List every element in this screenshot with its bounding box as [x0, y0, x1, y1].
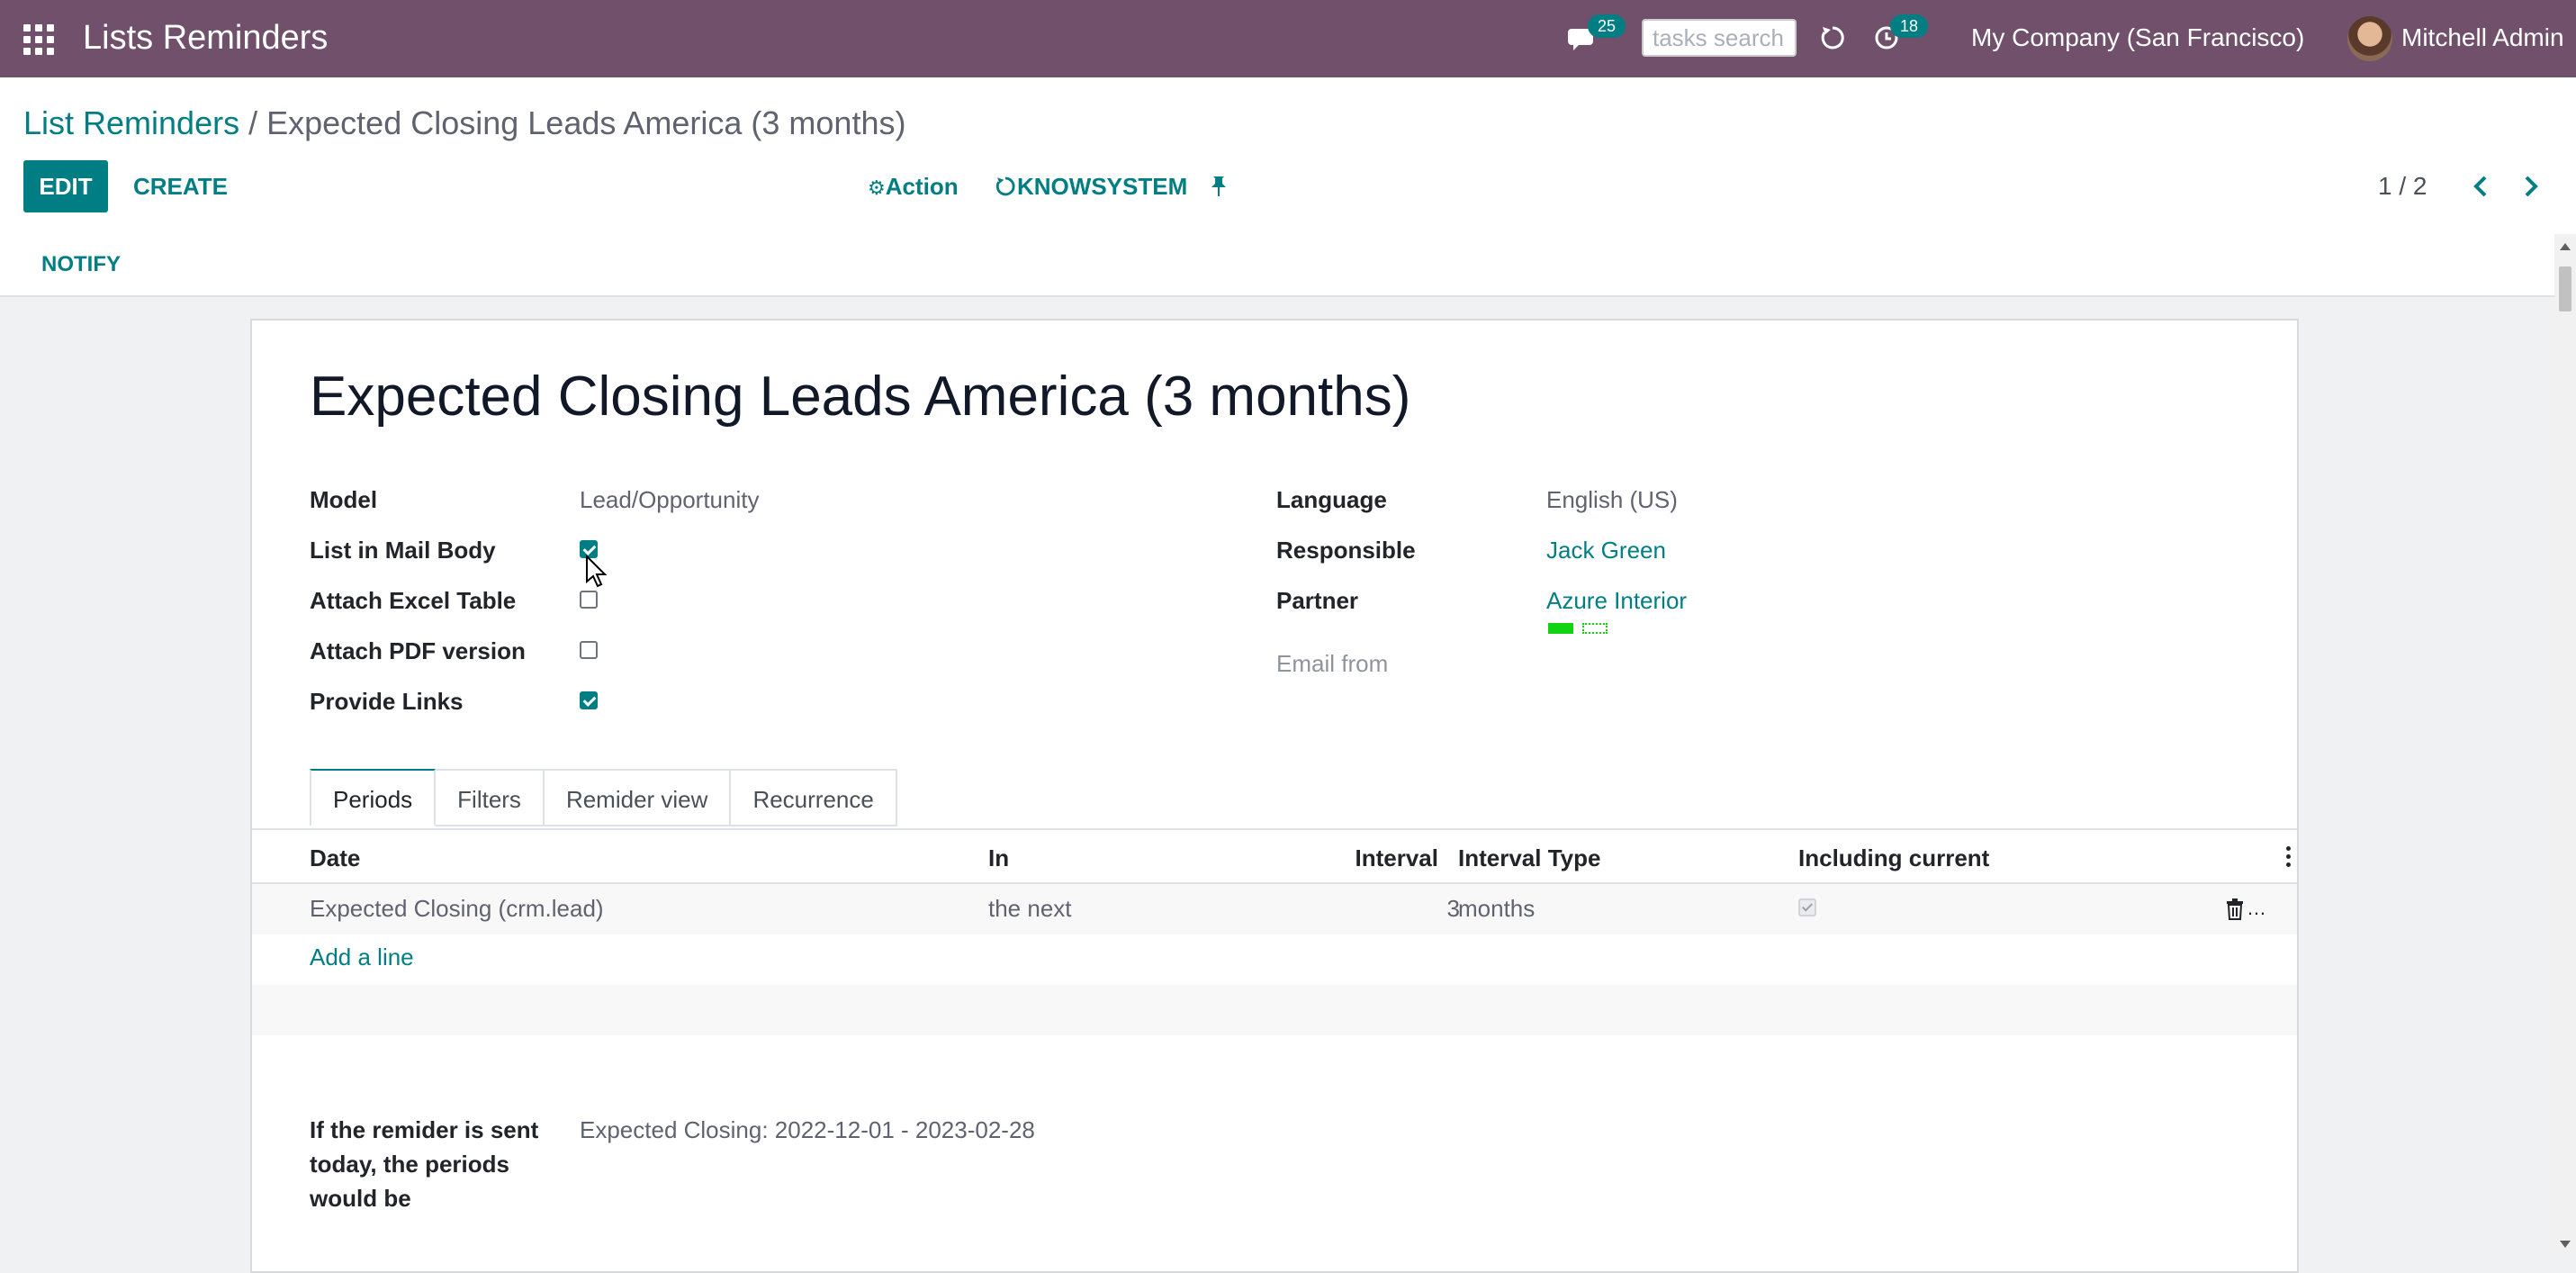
language-value: English (US): [1546, 486, 1678, 513]
knowsystem-button[interactable]: KNOWSYSTEM: [994, 160, 1187, 212]
refresh-icon: [995, 176, 1015, 196]
gear-icon: ⚙: [868, 176, 886, 199]
tab-divider: [252, 828, 2297, 830]
list-in-mail-body-label: List in Mail Body: [310, 537, 496, 564]
breadcrumb-separator: /: [239, 104, 267, 141]
pager-counter[interactable]: 1 / 2: [2378, 160, 2427, 212]
edit-button[interactable]: EDIT: [23, 160, 108, 212]
responsible-link[interactable]: Jack Green: [1546, 535, 1666, 565]
attach-excel-checkbox[interactable]: [580, 591, 598, 609]
messages-count-badge: 25: [1588, 14, 1626, 38]
record-title: Expected Closing Leads America (3 months…: [310, 366, 1411, 428]
row-interval-type-cell[interactable]: months: [1458, 893, 1535, 924]
user-menu[interactable]: Mitchell Admin: [2401, 20, 2564, 56]
top-navbar: Lists Reminders 25 tasks search 18 My Co…: [0, 0, 2576, 77]
column-header-in[interactable]: In: [988, 843, 1009, 873]
control-panel: List Reminders / Expected Closing Leads …: [0, 77, 2576, 236]
attach-pdf-checkbox[interactable]: [580, 641, 598, 659]
partner-tag-solid: [1548, 623, 1573, 634]
partner-tag-dotted: [1582, 623, 1608, 634]
tab-filters[interactable]: Filters: [436, 769, 545, 826]
notify-button[interactable]: NOTIFY: [41, 250, 121, 279]
empty-table-row: [252, 985, 2297, 1035]
column-header-including-current[interactable]: Including current: [1798, 843, 1989, 873]
column-header-date[interactable]: Date: [310, 843, 360, 873]
attach-excel-label: Attach Excel Table: [310, 587, 517, 614]
provide-links-checkbox[interactable]: [580, 691, 598, 709]
add-a-line-link[interactable]: Add a line: [310, 942, 414, 972]
scroll-thumb[interactable]: [2559, 266, 2571, 311]
user-avatar[interactable]: [2347, 16, 2392, 61]
page-scrollbar[interactable]: [2554, 234, 2576, 1257]
create-button[interactable]: CREATE: [133, 160, 228, 212]
row-more-icon[interactable]: …: [2247, 893, 2266, 924]
notebook-tabs: Periods Filters Remider view Recurrence: [310, 769, 897, 828]
responsible-label: Responsible: [1276, 537, 1416, 564]
knowsystem-refresh-icon[interactable]: [1818, 23, 1847, 52]
breadcrumb-parent-link[interactable]: List Reminders: [23, 104, 239, 141]
language-label: Language: [1276, 486, 1387, 513]
partner-link[interactable]: Azure Interior: [1546, 585, 1687, 616]
scroll-up-arrow[interactable]: [2560, 243, 2571, 250]
provide-links-label: Provide Links: [310, 688, 464, 715]
breadcrumb-current: Expected Closing Leads America (3 months…: [266, 104, 906, 141]
knowsystem-label: KNOWSYSTEM: [1017, 173, 1188, 200]
tab-periods[interactable]: Periods: [310, 769, 437, 826]
chevron-right-icon[interactable]: [2517, 173, 2544, 200]
row-including-current-checkbox: [1798, 898, 1816, 916]
breadcrumb: List Reminders / Expected Closing Leads …: [23, 103, 905, 144]
chevron-left-icon[interactable]: [2468, 173, 2495, 200]
column-header-interval[interactable]: Interval: [1348, 843, 1439, 873]
app-title[interactable]: Lists Reminders: [83, 16, 328, 59]
row-date-cell[interactable]: Expected Closing (crm.lead): [310, 893, 604, 924]
activities-count-badge: 18: [1890, 14, 1928, 38]
column-header-interval-type[interactable]: Interval Type: [1458, 843, 1600, 873]
trash-icon[interactable]: [2225, 898, 2245, 920]
optional-columns-icon[interactable]: [2286, 846, 2292, 871]
form-sheet: Expected Closing Leads America (3 months…: [250, 319, 2299, 1273]
attach-pdf-label: Attach PDF version: [310, 637, 526, 664]
model-label: Model: [310, 486, 378, 513]
scroll-down-arrow[interactable]: [2560, 1241, 2571, 1248]
model-value: Lead/Opportunity: [580, 486, 760, 513]
company-switcher[interactable]: My Company (San Francisco): [1971, 20, 2304, 56]
row-interval-cell[interactable]: 3: [1348, 893, 1460, 924]
form-statusbar: NOTIFY: [0, 234, 2576, 297]
pin-icon[interactable]: [1208, 175, 1229, 198]
tab-recurrence[interactable]: Recurrence: [731, 769, 897, 826]
apps-menu-icon[interactable]: [23, 24, 54, 55]
partner-label: Partner: [1276, 587, 1359, 614]
periods-preview-label: If the remider is sent today, the period…: [310, 1116, 539, 1212]
action-menu-label: Action: [885, 173, 959, 200]
tasks-search-input[interactable]: tasks search: [1642, 19, 1797, 57]
mouse-cursor-icon: [586, 555, 608, 588]
email-from-label: Email from: [1276, 650, 1389, 677]
periods-preview-value: Expected Closing: 2022-12-01 - 2023-02-2…: [580, 1116, 1035, 1143]
action-menu-button[interactable]: ⚙Action: [868, 160, 959, 212]
tab-reminder-view[interactable]: Remider view: [544, 769, 732, 826]
row-in-cell[interactable]: the next: [988, 893, 1072, 924]
